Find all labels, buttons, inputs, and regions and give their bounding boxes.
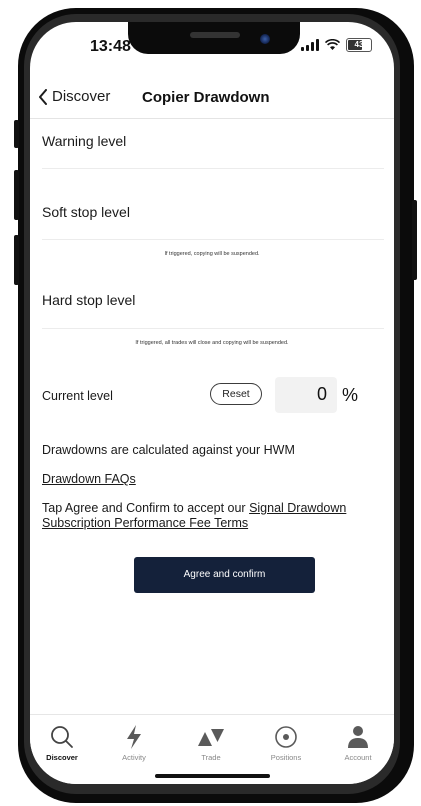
tab-label: Positions (270, 753, 302, 762)
divider (42, 168, 384, 169)
home-indicator (155, 774, 270, 778)
divider (42, 328, 384, 329)
tab-positions[interactable]: Positions (254, 723, 318, 762)
percent-unit: % (342, 385, 359, 405)
positions-icon (275, 726, 297, 748)
current-level-label: Current level (42, 389, 113, 403)
status-time: 13:48 (90, 38, 131, 55)
current-level-value: 0 (316, 384, 327, 404)
trade-icon (198, 729, 224, 746)
volume-button (14, 170, 19, 220)
tab-account[interactable]: Account (326, 723, 390, 762)
divider (42, 239, 384, 240)
battery-level: 43 (354, 40, 364, 49)
tab-label: Account (344, 753, 372, 762)
agree-and-confirm-button[interactable]: Agree and confirm (134, 557, 315, 593)
status-icons: 43 (301, 38, 372, 52)
terms-text: Tap Agree and Confirm to accept our Sign… (42, 501, 377, 531)
terms-prefix: Tap Agree and Confirm to accept our (42, 501, 250, 515)
tab-activity[interactable]: Activity (102, 723, 166, 762)
battery-icon: 43 (346, 38, 372, 52)
tab-discover[interactable]: Discover (30, 723, 94, 762)
reset-button[interactable]: Reset (210, 383, 262, 405)
tab-label: Trade (201, 753, 221, 762)
soft-stop-level-field[interactable]: Soft stop level (42, 204, 130, 220)
tab-label: Discover (46, 753, 78, 762)
hard-stop-hint: If triggered, all trades will close and … (135, 340, 289, 346)
drawdown-faqs-link[interactable]: Drawdown FAQs (42, 472, 136, 486)
chevron-left-icon (39, 88, 47, 105)
warning-level-field[interactable]: Warning level (42, 133, 126, 149)
lightning-icon (127, 725, 141, 749)
search-icon (51, 726, 73, 748)
back-button[interactable]: Discover (38, 88, 110, 105)
speaker-grille (190, 32, 240, 38)
tab-label: Activity (122, 753, 146, 762)
page-title: Copier Drawdown (142, 89, 270, 106)
volume-button (14, 235, 19, 285)
tab-trade[interactable]: Trade (179, 723, 243, 762)
nav-bar: Discover Copier Drawdown (30, 78, 394, 119)
app-screen: 13:48 43 Discover Copier Drawdown Warnin… (30, 22, 394, 784)
hwm-info-text: Drawdowns are calculated against your HW… (42, 443, 295, 457)
back-label: Discover (52, 88, 111, 105)
account-icon (348, 726, 368, 748)
notch (128, 22, 300, 54)
power-button (412, 200, 417, 280)
signal-icon (301, 39, 319, 51)
hard-stop-level-field[interactable]: Hard stop level (42, 292, 135, 308)
mute-switch (14, 120, 19, 148)
camera-icon (260, 34, 270, 44)
wifi-icon (325, 39, 340, 50)
soft-stop-hint: If triggered, copying will be suspended. (164, 251, 260, 257)
current-level-input[interactable]: 0 (275, 377, 337, 413)
